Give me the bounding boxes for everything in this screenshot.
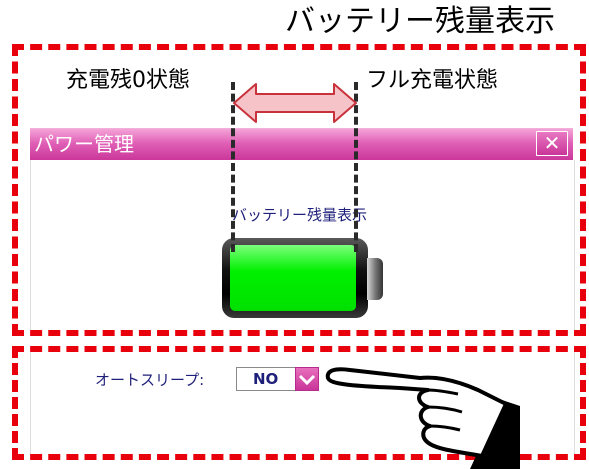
label-empty-charge: 充電残0状態 [66, 68, 190, 93]
battery-terminal [367, 258, 383, 300]
pointing-hand-icon [325, 367, 520, 469]
window-title: パワー管理 [34, 132, 134, 156]
battery-caption: バッテリー残量表示 [232, 206, 368, 224]
annotation-heading: バッテリー残量表示 [285, 4, 555, 39]
battery-level-fill [230, 245, 356, 311]
auto-sleep-dropdown-button[interactable] [295, 367, 319, 391]
double-arrow-icon [233, 83, 357, 123]
label-full-charge: フル充電状態 [366, 68, 499, 93]
auto-sleep-select[interactable]: NO [236, 367, 296, 391]
chevron-down-icon [298, 374, 316, 386]
close-button[interactable]: ✕ [536, 131, 568, 156]
close-icon: ✕ [543, 131, 561, 155]
auto-sleep-label: オートスリープ: [95, 371, 205, 389]
